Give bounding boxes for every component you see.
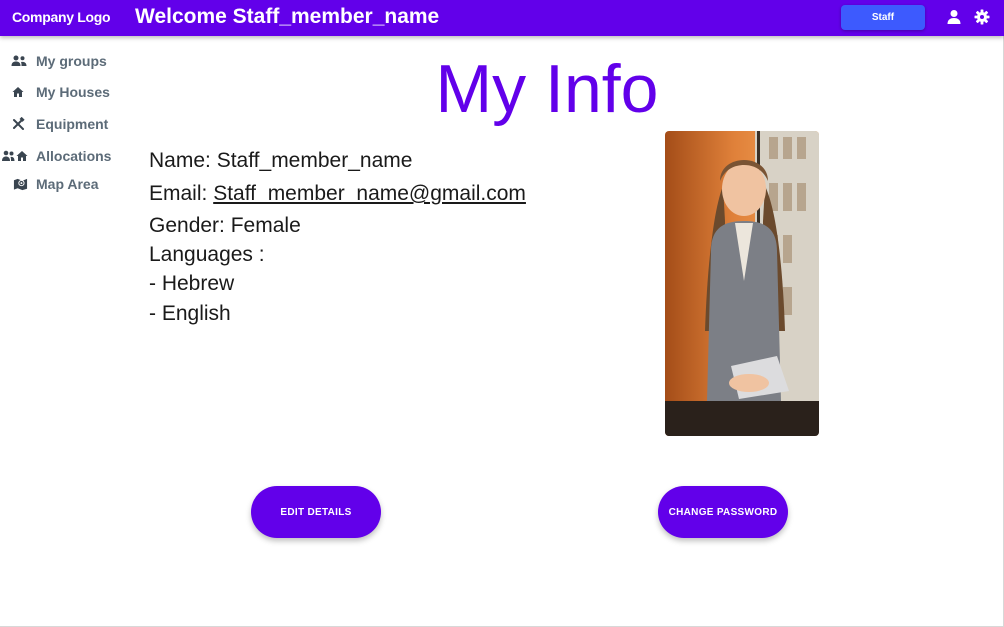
sidebar-item-allocations[interactable]: Allocations bbox=[0, 146, 125, 170]
name-label: Name: bbox=[149, 149, 211, 172]
email-label: Email: bbox=[149, 182, 208, 205]
gender-value: Female bbox=[230, 214, 301, 237]
gear-icon[interactable] bbox=[974, 9, 990, 25]
change-password-button[interactable]: CHANGE PASSWORD bbox=[658, 486, 788, 538]
languages-label: Languages : bbox=[149, 243, 265, 266]
sidebar-item-label: Map Area bbox=[36, 176, 99, 192]
profile-photo bbox=[665, 131, 819, 436]
email-row: Email: Staff_member_name@gmail.com bbox=[149, 182, 526, 206]
top-app-bar: Company Logo Welcome Staff_member_name S… bbox=[0, 0, 1004, 36]
language-item: - Hebrew bbox=[149, 272, 235, 295]
language-item: - English bbox=[149, 302, 231, 325]
staff-role-button[interactable]: Staff bbox=[841, 5, 925, 30]
company-logo[interactable]: Company Logo bbox=[12, 9, 111, 25]
person-icon[interactable] bbox=[946, 9, 962, 25]
map-icon bbox=[13, 177, 28, 191]
welcome-title: Welcome Staff_member_name bbox=[135, 5, 440, 28]
gender-label: Gender: bbox=[149, 214, 225, 237]
name-row: Name: Staff_member_name bbox=[149, 149, 412, 173]
gender-row: Gender: Female bbox=[149, 214, 301, 238]
sidebar-item-label: Allocations bbox=[36, 148, 112, 164]
email-link[interactable]: Staff_member_name@gmail.com bbox=[213, 182, 526, 205]
app-window: Company Logo Welcome Staff_member_name S… bbox=[0, 0, 1004, 627]
name-value: Staff_member_name bbox=[216, 149, 413, 172]
sidebar-item-map-area[interactable]: Map Area bbox=[0, 174, 125, 198]
edit-details-button[interactable]: EDIT DETAILS bbox=[251, 486, 381, 538]
page-title: My Info bbox=[435, 51, 659, 127]
allocations-icon bbox=[2, 149, 28, 163]
